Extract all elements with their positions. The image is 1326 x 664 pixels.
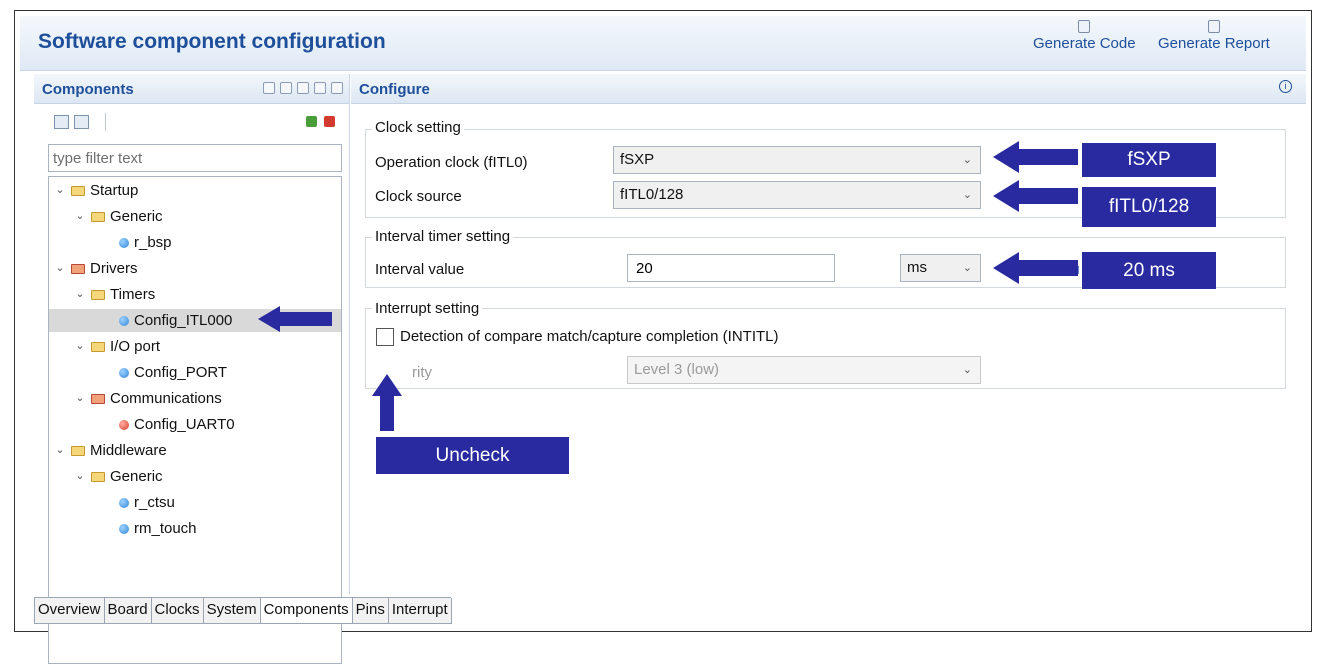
components-title: Components: [42, 81, 134, 98]
generate-report-icon: [1207, 20, 1220, 33]
chevron-down-icon[interactable]: ⌄: [73, 387, 87, 410]
operation-clock-label: Operation clock (fITL0): [375, 154, 528, 171]
tree-node-r-bsp[interactable]: r_bsp: [119, 231, 172, 254]
generate-code-icon: [1078, 20, 1091, 33]
tree-node-timers[interactable]: ⌄ Timers: [73, 283, 155, 306]
title-bar: Software component configuration Generat…: [20, 16, 1306, 71]
page-title: Software component configuration: [38, 30, 386, 53]
tree-node-startup[interactable]: ⌄ Startup: [53, 179, 138, 202]
delete-icon[interactable]: [324, 116, 335, 127]
tree-node-rm-touch[interactable]: rm_touch: [119, 517, 197, 540]
tree-node-drivers[interactable]: ⌄ Drivers: [53, 257, 137, 280]
tree-view-icon[interactable]: [74, 115, 89, 129]
chevron-down-icon[interactable]: ⌄: [53, 257, 67, 280]
callout-uncheck: Uncheck: [376, 437, 569, 474]
sort-icon[interactable]: [297, 82, 309, 94]
generate-code-button[interactable]: Generate Code: [1033, 20, 1136, 52]
detection-checkbox[interactable]: [376, 328, 394, 346]
folder-icon: [91, 211, 105, 222]
chevron-down-icon: ⌄: [962, 364, 972, 376]
view-toolbar: [48, 112, 338, 134]
chevron-down-icon: ⌄: [962, 154, 972, 166]
folder-icon: [91, 341, 105, 352]
interval-unit-select[interactable]: ms ⌄: [900, 254, 981, 282]
expand-all-icon[interactable]: [331, 82, 343, 94]
bottom-tabs: Overview Board Clocks System Components …: [34, 597, 452, 624]
tab-clocks[interactable]: Clocks: [150, 598, 204, 624]
chevron-down-icon[interactable]: ⌄: [53, 179, 67, 202]
add-icon[interactable]: [306, 116, 317, 127]
clock-source-label: Clock source: [375, 188, 462, 205]
tree-node-middleware[interactable]: ⌄ Middleware: [53, 439, 166, 462]
generate-report-label: Generate Report: [1158, 35, 1270, 52]
arrow-left-icon: [993, 141, 1078, 173]
tab-components[interactable]: Components: [259, 598, 353, 624]
configure-title: Configure: [359, 81, 430, 98]
component-icon: [119, 523, 129, 534]
collapse-all-icon[interactable]: [314, 82, 326, 94]
category-view-icon[interactable]: [54, 115, 69, 129]
chevron-down-icon[interactable]: ⌄: [53, 439, 67, 462]
folder-icon: [91, 289, 105, 300]
folder-icon: [71, 445, 85, 456]
tree-node-io-port[interactable]: ⌄ I/O port: [73, 335, 160, 358]
tree-node-config-uart0[interactable]: Config_UART0: [119, 413, 235, 436]
callout-fitl0-128: fITL0/128: [1082, 187, 1216, 227]
operation-clock-select[interactable]: fSXP ⌄: [613, 146, 981, 174]
generate-code-label: Generate Code: [1033, 35, 1136, 52]
tab-system[interactable]: System: [202, 598, 261, 624]
arrow-left-icon: [993, 180, 1078, 212]
chevron-down-icon[interactable]: ⌄: [73, 335, 87, 358]
chevron-down-icon[interactable]: ⌄: [73, 465, 87, 488]
components-toolbar: [263, 82, 343, 94]
priority-select[interactable]: Level 3 (low) ⌄: [627, 356, 981, 384]
folder-icon: [71, 185, 85, 196]
component-icon: [119, 315, 129, 326]
priority-label: rity: [412, 364, 432, 381]
interval-setting-title: Interval timer setting: [372, 228, 514, 245]
callout-20-ms: 20 ms: [1082, 252, 1216, 289]
tree-node-generic-2[interactable]: ⌄ Generic: [73, 465, 162, 488]
component-icon: [119, 419, 129, 430]
interrupt-setting-title: Interrupt setting: [372, 300, 483, 317]
component-icon: [119, 497, 129, 508]
tab-overview[interactable]: Overview: [34, 598, 105, 624]
callout-fsxp: fSXP: [1082, 143, 1216, 177]
info-icon[interactable]: i: [1279, 80, 1292, 93]
arrow-left-icon: [258, 306, 332, 332]
filter-input[interactable]: [48, 144, 342, 172]
tab-interrupt[interactable]: Interrupt: [387, 598, 452, 624]
add-component-icon[interactable]: [263, 82, 275, 94]
clock-setting-title: Clock setting: [372, 119, 464, 136]
tab-pins[interactable]: Pins: [351, 598, 389, 624]
tree-node-config-port[interactable]: Config_PORT: [119, 361, 227, 384]
arrow-up-icon: [372, 374, 402, 431]
tree-node-communications[interactable]: ⌄ Communications: [73, 387, 221, 410]
arrow-left-icon: [993, 252, 1078, 284]
component-tree: ⌄ Startup ⌄ Generic r_bsp ⌄ Drivers ⌄ Timers…: [48, 176, 342, 664]
folder-icon: [91, 393, 105, 404]
remove-component-icon[interactable]: [280, 82, 292, 94]
configure-header: Configure i: [351, 74, 1306, 104]
chevron-down-icon: ⌄: [962, 189, 972, 201]
generate-report-button[interactable]: Generate Report: [1158, 20, 1270, 52]
chevron-down-icon: ⌄: [962, 262, 972, 274]
component-icon: [119, 367, 129, 378]
chevron-down-icon[interactable]: ⌄: [73, 205, 87, 228]
toolbar-divider: [105, 113, 106, 131]
chevron-down-icon[interactable]: ⌄: [73, 283, 87, 306]
interval-value-input[interactable]: [627, 254, 835, 282]
tab-board[interactable]: Board: [103, 598, 152, 624]
components-header: Components: [34, 74, 349, 104]
components-panel: Components ⌄Startup ⌄Generic r_bsp ⌄Driv…: [34, 74, 350, 664]
folder-icon: [91, 471, 105, 482]
interval-value-label: Interval value: [375, 261, 465, 278]
folder-icon: [71, 263, 85, 274]
clock-source-select[interactable]: fITL0/128 ⌄: [613, 181, 981, 209]
component-icon: [119, 237, 129, 248]
detection-label: Detection of compare match/capture compl…: [400, 328, 779, 345]
tree-node-r-ctsu[interactable]: r_ctsu: [119, 491, 175, 514]
tree-node-generic[interactable]: ⌄ Generic: [73, 205, 162, 228]
